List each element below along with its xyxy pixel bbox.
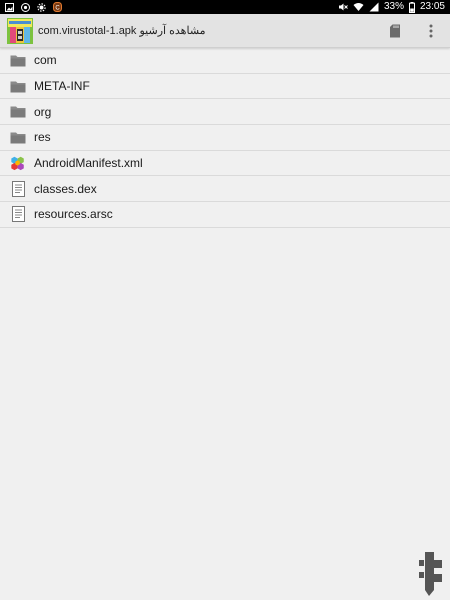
document-icon — [10, 180, 26, 197]
list-item-resources-arsc[interactable]: resources.arsc — [0, 202, 450, 228]
file-name: META-INF — [34, 79, 90, 94]
mute-icon — [338, 3, 348, 11]
sd-card-icon — [390, 24, 400, 38]
archive-title: com.virustotal-1.apk مشاهده آرشیو — [38, 25, 206, 37]
battery-icon — [408, 1, 415, 13]
settings-notification-icon — [37, 2, 46, 12]
file-list: com META-INF org res AndroidManifest.xml — [0, 48, 450, 228]
overflow-menu-button[interactable] — [422, 22, 440, 40]
status-indicators: 33% 23:05 — [338, 1, 445, 13]
status-bar: C 33% 23:05 — [0, 0, 450, 14]
document-icon — [10, 206, 26, 223]
file-name: org — [34, 104, 52, 119]
file-name: resources.arsc — [34, 207, 113, 222]
more-vert-icon — [429, 24, 433, 38]
folder-icon — [10, 78, 26, 94]
signal-icon — [369, 2, 379, 12]
file-name: classes.dex — [34, 181, 97, 196]
status-notifications: C — [5, 2, 62, 12]
app-notification-icon: C — [53, 2, 62, 12]
watermark-logo-icon — [416, 550, 446, 598]
clock: 23:05 — [419, 1, 445, 12]
xml-file-icon — [10, 155, 26, 171]
list-item-org[interactable]: org — [0, 99, 450, 126]
folder-icon — [10, 52, 26, 68]
list-item-classes-dex[interactable]: classes.dex — [0, 176, 450, 203]
chrome-notification-icon — [21, 2, 30, 12]
list-item-meta-inf[interactable]: META-INF — [0, 74, 450, 100]
folder-icon — [10, 129, 26, 145]
list-item-androidmanifest[interactable]: AndroidManifest.xml — [0, 151, 450, 177]
sd-card-button[interactable] — [386, 22, 404, 40]
gallery-notification-icon — [5, 2, 14, 12]
list-item-com[interactable]: com — [0, 48, 450, 74]
file-name: res — [34, 130, 51, 145]
file-name: com — [34, 53, 57, 68]
folder-icon — [10, 104, 26, 120]
wifi-icon — [353, 3, 364, 11]
svg-text:C: C — [55, 6, 60, 12]
list-item-res[interactable]: res — [0, 125, 450, 151]
file-name: AndroidManifest.xml — [34, 156, 143, 171]
archive-app-icon[interactable] — [6, 17, 34, 45]
action-bar: com.virustotal-1.apk مشاهده آرشیو — [0, 14, 450, 48]
battery-percent: 33% — [383, 1, 404, 12]
